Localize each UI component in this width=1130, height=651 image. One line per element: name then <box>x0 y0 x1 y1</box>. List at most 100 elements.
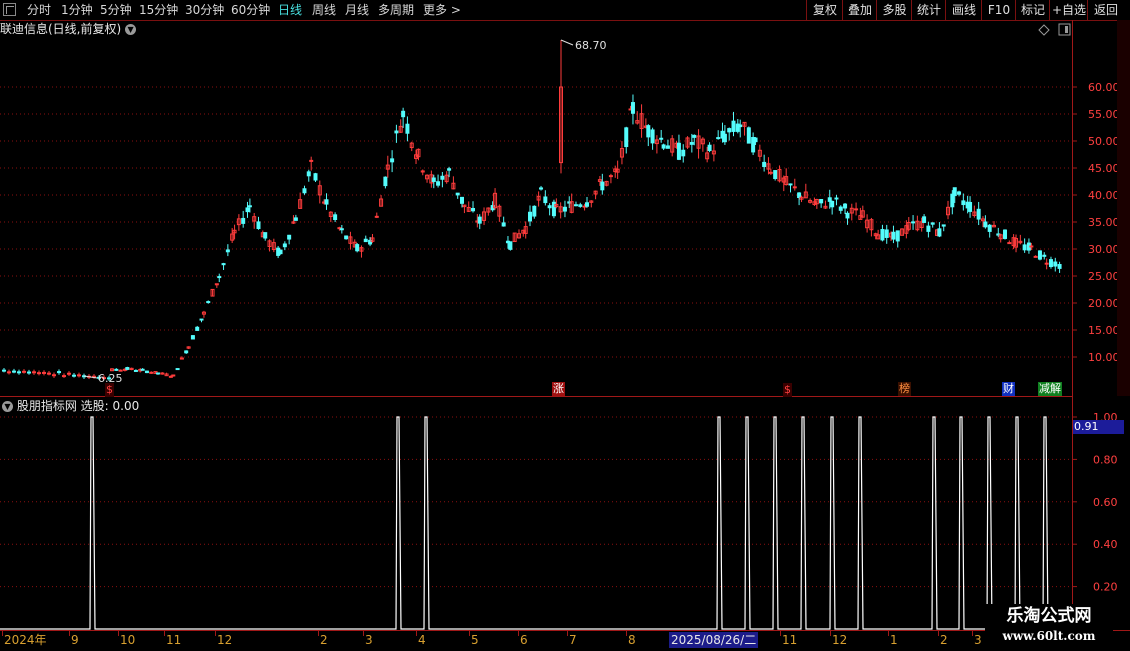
candle-body <box>195 326 200 331</box>
candle-body <box>585 202 589 207</box>
candle-body <box>692 134 697 138</box>
candle-body <box>282 243 287 248</box>
chevron-down-icon[interactable]: ▼ <box>2 401 13 412</box>
tab-fenshi[interactable]: 分时 <box>27 2 51 18</box>
f10-button[interactable]: F10 <box>981 0 1016 20</box>
chart-corner-icons <box>1038 23 1071 36</box>
indicator-title: ▼ 股朋指标网 选股: 0.00 <box>2 398 139 414</box>
price-chart[interactable]: 60.00 55.00 50.00 45.00 40.00 35.00 30.00 25.00… <box>0 20 1117 396</box>
more-label: 更多 <box>423 3 448 17</box>
event-flag[interactable]: 涨 <box>552 382 565 396</box>
candle-body <box>884 229 889 238</box>
candle-body <box>827 197 832 202</box>
candle-body <box>573 204 578 207</box>
price-tick-label: 60.00 <box>1088 81 1117 94</box>
back-button[interactable]: 返回 <box>1087 0 1124 20</box>
candle-body <box>2 369 6 372</box>
candle-body <box>600 181 605 191</box>
overlay-button[interactable]: 叠加 <box>842 0 877 20</box>
candle-body <box>727 128 732 133</box>
stats-button[interactable]: 统计 <box>911 0 946 20</box>
date-axis: 2024年 9 10 11 12 2 3 4 5 6 7 8 11 12 1 2 3 2025/08/26/二 <box>0 630 1130 651</box>
indicator-chart[interactable]: 1.000.800.600.400.20 <box>0 397 1130 630</box>
candle-body <box>287 234 292 240</box>
candle-body <box>819 198 824 204</box>
tab-1min[interactable]: 1分钟 <box>61 2 93 18</box>
right-scroll-strip[interactable] <box>1117 20 1130 396</box>
date-tick-label: 2 <box>938 631 948 647</box>
candle-body <box>731 120 736 132</box>
candle-body <box>528 211 533 222</box>
candle-body <box>440 175 445 180</box>
watermark-title: 乐淘公式网 <box>1006 606 1092 626</box>
event-flag[interactable]: $ <box>783 383 792 397</box>
diamond-icon[interactable] <box>1038 24 1050 36</box>
tab-15min[interactable]: 15分钟 <box>139 2 178 18</box>
tab-multi-period[interactable]: 多周期 <box>378 2 414 18</box>
candle-body <box>501 222 506 227</box>
candle-body <box>447 168 452 171</box>
candle-body <box>665 145 670 149</box>
event-flag[interactable]: $ <box>105 383 114 397</box>
candle-body <box>77 374 81 377</box>
layout-icon[interactable] <box>3 3 16 16</box>
candle-body <box>199 318 204 321</box>
high-annotation-arrow <box>560 39 574 46</box>
candle-body <box>834 197 839 200</box>
multi-stock-button[interactable]: 多股 <box>876 0 912 20</box>
candle-body <box>937 228 942 237</box>
candle-body <box>47 372 51 375</box>
mark-button[interactable]: 标记 <box>1015 0 1050 20</box>
date-tick-label: 6 <box>518 631 528 647</box>
candle-body <box>562 206 567 212</box>
candle-body <box>738 124 743 128</box>
candle-body <box>895 230 900 242</box>
candle-body <box>716 137 721 140</box>
candle-body <box>1033 255 1038 258</box>
candle-body <box>661 144 666 149</box>
tab-30min[interactable]: 30分钟 <box>185 2 224 18</box>
date-tick-label: 2 <box>318 631 328 647</box>
event-flag[interactable]: 榜 <box>898 382 911 396</box>
candle-body <box>650 129 655 144</box>
candle-body <box>401 110 406 118</box>
tab-more[interactable]: 更多 > <box>423 2 461 18</box>
window-icon[interactable] <box>1058 23 1071 36</box>
candle-body <box>12 370 16 373</box>
candle-body <box>843 203 848 209</box>
draw-line-button[interactable]: 画线 <box>945 0 982 20</box>
date-tick-label: 3 <box>363 631 373 647</box>
fuquan-button[interactable]: 复权 <box>806 0 843 20</box>
candle-body <box>431 177 436 182</box>
event-flag[interactable]: 减解 <box>1038 382 1062 396</box>
tab-5min[interactable]: 5分钟 <box>100 2 132 18</box>
chevron-down-icon[interactable]: ▼ <box>125 24 137 35</box>
tab-daily[interactable]: 日线 <box>278 2 302 18</box>
candle-body <box>293 217 298 221</box>
candle-body <box>217 276 222 279</box>
date-cursor-label: 2025/08/26/二 <box>669 632 759 648</box>
price-tick-label: 40.00 <box>1088 189 1117 202</box>
add-watchlist-button[interactable]: +自选 <box>1049 0 1088 20</box>
candle-body <box>753 137 758 143</box>
candle-body <box>792 186 797 189</box>
candle-body <box>957 191 962 195</box>
candle-body <box>306 171 311 177</box>
tab-weekly[interactable]: 周线 <box>312 2 336 18</box>
price-tick-label: 10.00 <box>1088 351 1117 364</box>
price-axis-line <box>1072 20 1073 630</box>
price-tick-label: 45.00 <box>1088 162 1117 175</box>
candle-body <box>773 170 778 180</box>
candle-body <box>788 183 793 186</box>
chart-title: 联迪信息(日线,前复权) <box>0 22 122 36</box>
price-tick-label: 55.00 <box>1088 108 1117 121</box>
event-flag[interactable]: 财 <box>1002 382 1015 396</box>
tab-60min[interactable]: 60分钟 <box>231 2 270 18</box>
candle-body <box>578 204 583 207</box>
high-price-annotation: 68.70 <box>575 39 607 52</box>
candle-body <box>891 231 896 240</box>
candle-body <box>42 371 46 374</box>
candle-body <box>508 241 513 250</box>
chart-title-row: 联迪信息(日线,前复权) ▼ <box>0 21 137 37</box>
tab-monthly[interactable]: 月线 <box>345 2 369 18</box>
